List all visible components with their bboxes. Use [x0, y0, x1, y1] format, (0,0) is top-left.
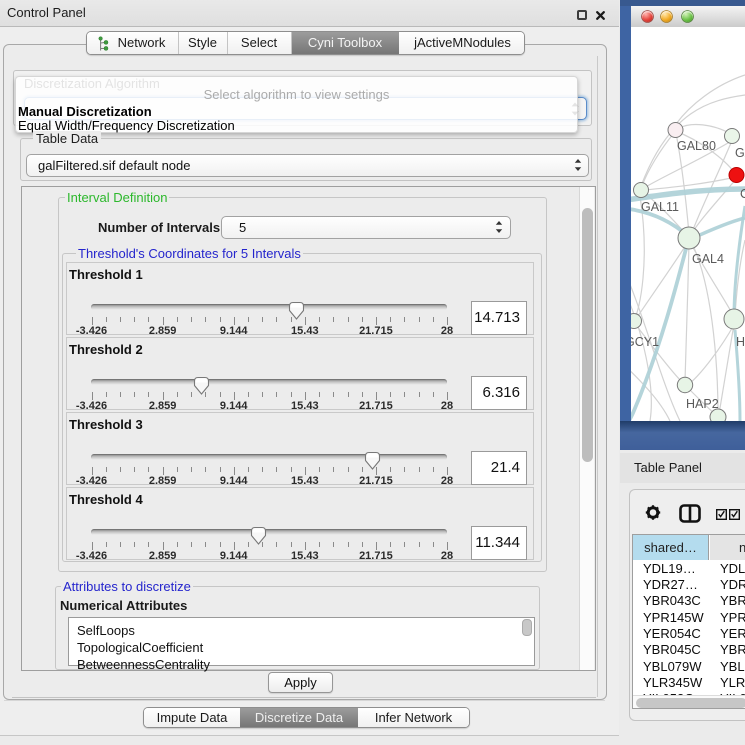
svg-text:GCY1: GCY1 [631, 335, 659, 349]
svg-text:GAL4: GAL4 [692, 252, 724, 266]
svg-text:C: C [740, 187, 745, 201]
svg-text:H: H [736, 335, 745, 349]
svg-text:HAP2: HAP2 [686, 397, 719, 411]
svg-text:GAL80: GAL80 [677, 139, 716, 153]
svg-text:GA: GA [735, 146, 745, 160]
svg-text:GAL11: GAL11 [641, 200, 679, 214]
